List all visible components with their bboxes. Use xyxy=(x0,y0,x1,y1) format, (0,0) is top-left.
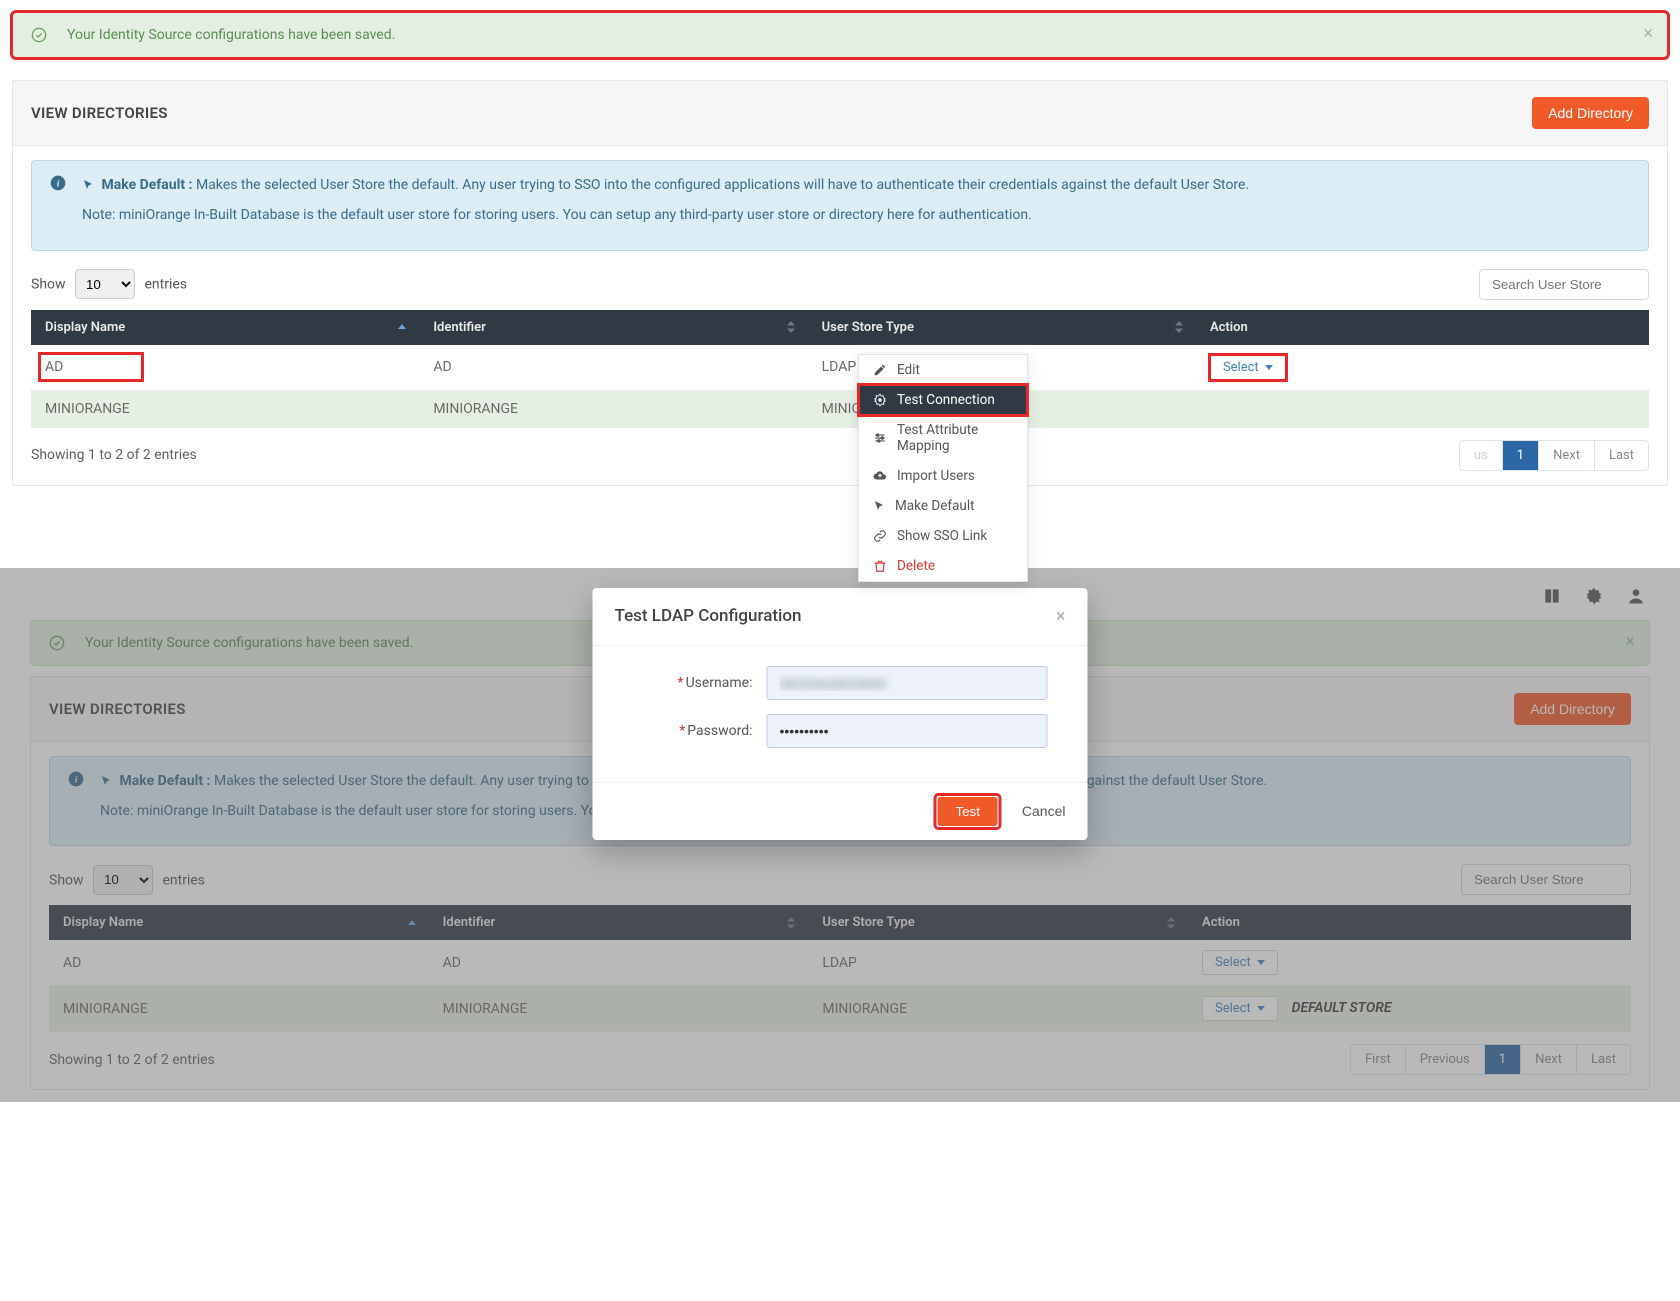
cell-display-name: MINIORANGE xyxy=(31,390,419,427)
show-entries: Show 10 entries xyxy=(31,269,187,299)
caret-down-icon xyxy=(1265,365,1273,370)
table-row: AD AD LDAP Select xyxy=(31,345,1649,391)
trash-icon xyxy=(873,559,887,573)
svg-text:i: i xyxy=(57,179,60,189)
pager-last[interactable]: Last xyxy=(1594,441,1648,470)
dropdown-make-default[interactable]: Make Default xyxy=(859,491,1027,521)
col-user-store-type[interactable]: User Store Type xyxy=(808,310,1196,345)
check-circle-icon xyxy=(31,27,47,43)
cloud-upload-icon xyxy=(873,469,887,483)
pager-page-1[interactable]: 1 xyxy=(1502,441,1538,470)
sort-icon xyxy=(786,320,796,334)
table-footer-text: Showing 1 to 2 of 2 entries xyxy=(31,447,197,463)
cursor-icon xyxy=(873,500,885,512)
gear-icon xyxy=(873,393,887,407)
info-box: i Make Default : Makes the selected User… xyxy=(31,160,1649,251)
modal-title: Test LDAP Configuration xyxy=(615,606,802,626)
alert-success: Your Identity Source configurations have… xyxy=(12,12,1668,58)
search-input[interactable] xyxy=(1479,269,1649,300)
action-dropdown: Edit Test Connection Test Attribute Mapp… xyxy=(858,354,1028,582)
test-ldap-modal: Test LDAP Configuration × *Username: *Pa… xyxy=(593,588,1088,840)
sort-icon xyxy=(1174,320,1184,334)
directories-table: Display Name Identifier Us xyxy=(31,310,1649,428)
col-action: Action xyxy=(1196,310,1649,345)
dropdown-test-attribute-mapping[interactable]: Test Attribute Mapping xyxy=(859,415,1027,461)
dropdown-show-sso-link[interactable]: Show SSO Link xyxy=(859,521,1027,551)
col-display-name[interactable]: Display Name xyxy=(31,310,419,345)
make-default-text: Makes the selected User Store the defaul… xyxy=(196,177,1249,193)
cancel-button[interactable]: Cancel xyxy=(1022,803,1066,819)
directories-panel: VIEW DIRECTORIES Add Directory i Make De… xyxy=(12,80,1668,486)
edit-icon xyxy=(873,363,887,377)
username-input[interactable] xyxy=(767,666,1048,700)
link-icon xyxy=(873,529,887,543)
pager-next[interactable]: Next xyxy=(1538,441,1594,470)
dropdown-test-connection[interactable]: Test Connection xyxy=(859,385,1027,415)
modal-close[interactable]: × xyxy=(1056,606,1066,627)
info-icon: i xyxy=(50,175,66,236)
panel-title: VIEW DIRECTORIES xyxy=(31,104,168,122)
dropdown-edit[interactable]: Edit xyxy=(859,355,1027,385)
dropdown-import-users[interactable]: Import Users xyxy=(859,461,1027,491)
username-label: *Username: xyxy=(633,675,753,691)
col-identifier[interactable]: Identifier xyxy=(419,310,807,345)
sort-asc-icon xyxy=(397,322,407,332)
cell-display-name: AD xyxy=(39,353,143,381)
alert-close[interactable]: × xyxy=(1643,23,1653,44)
password-label: *Password: xyxy=(633,723,753,739)
page-size-select[interactable]: 10 xyxy=(75,269,135,299)
cell-identifier: MINIORANGE xyxy=(419,390,807,427)
pager-previous-truncated[interactable]: us xyxy=(1460,441,1502,470)
sliders-icon xyxy=(873,431,887,445)
pager: us 1 Next Last xyxy=(1459,440,1649,471)
add-directory-button[interactable]: Add Directory xyxy=(1532,97,1649,129)
action-select[interactable]: Select xyxy=(1210,355,1286,380)
dropdown-delete[interactable]: Delete xyxy=(859,551,1027,581)
make-default-label: Make Default : xyxy=(101,177,192,193)
password-input[interactable] xyxy=(767,714,1048,748)
test-button[interactable]: Test xyxy=(937,797,997,826)
cursor-icon xyxy=(82,179,94,191)
alert-text: Your Identity Source configurations have… xyxy=(67,27,395,43)
table-row: MINIORANGE MINIORANGE MINIORANGE xyxy=(31,390,1649,427)
info-note: Note: miniOrange In-Built Database is th… xyxy=(82,205,1249,225)
cell-identifier: AD xyxy=(419,345,807,391)
